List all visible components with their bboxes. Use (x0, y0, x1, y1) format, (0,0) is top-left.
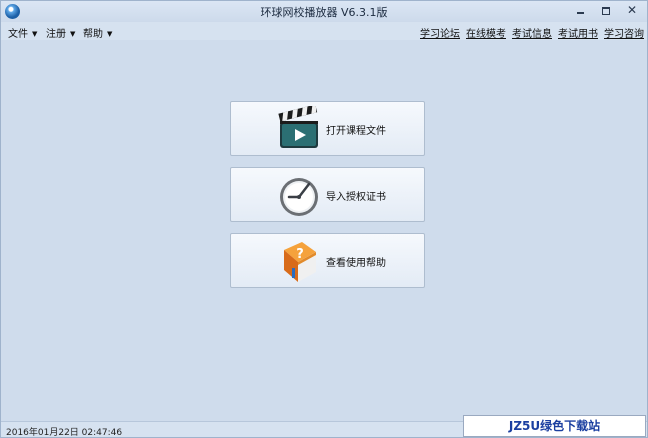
link-exam-books[interactable]: 考试用书 (558, 25, 598, 40)
dropdown-arrow-icon: ▼ (107, 30, 113, 38)
open-course-file-button[interactable]: 打开课程文件 (230, 101, 425, 156)
maximize-icon[interactable] (599, 4, 613, 17)
open-course-file-label: 打开课程文件 (326, 126, 386, 137)
window-title: 环球网校播放器 V6.3.1版 (260, 6, 388, 19)
menu-bar: 文件 ▼ 注册 ▼ 帮助 ▼ 学习论坛 在线模考 考试信息 考试用书 学习咨询 (1, 22, 647, 40)
menu-file[interactable]: 文件 ▼ (8, 25, 37, 40)
view-help-button[interactable]: ? 查看使用帮助 (230, 233, 425, 288)
close-icon[interactable]: ✕ (625, 4, 639, 17)
help-book-icon: ? (284, 242, 316, 282)
link-study-forum[interactable]: 学习论坛 (420, 25, 460, 40)
clapperboard-icon (278, 106, 318, 148)
menu-register[interactable]: 注册 ▼ (46, 25, 75, 40)
dropdown-arrow-icon: ▼ (32, 30, 38, 38)
app-window: 环球网校播放器 V6.3.1版 ✕ 文件 ▼ 注册 ▼ 帮助 ▼ 学习论坛 在线模考 … (0, 0, 648, 438)
svg-text:?: ? (296, 247, 304, 262)
view-help-label: 查看使用帮助 (326, 258, 386, 269)
import-license-button[interactable]: 导入授权证书 (230, 167, 425, 222)
link-study-consult[interactable]: 学习咨询 (604, 25, 644, 40)
site-watermark: JZ5U绿色下载站www.jz5u.com (463, 415, 646, 437)
dropdown-arrow-icon: ▼ (70, 30, 76, 38)
menu-help[interactable]: 帮助 ▼ (83, 25, 112, 40)
link-exam-info[interactable]: 考试信息 (512, 25, 552, 40)
title-bar: 环球网校播放器 V6.3.1版 ✕ (1, 1, 647, 22)
status-datetime: 2016年01月22日 02:47:46 (6, 428, 123, 438)
main-panel: 打开课程文件 导入授权证书 ? 查看使用帮助 (1, 40, 647, 421)
link-online-mock-exam[interactable]: 在线模考 (466, 25, 506, 40)
minimize-icon[interactable] (573, 4, 587, 17)
clock-icon (280, 178, 318, 216)
import-license-label: 导入授权证书 (326, 192, 386, 203)
